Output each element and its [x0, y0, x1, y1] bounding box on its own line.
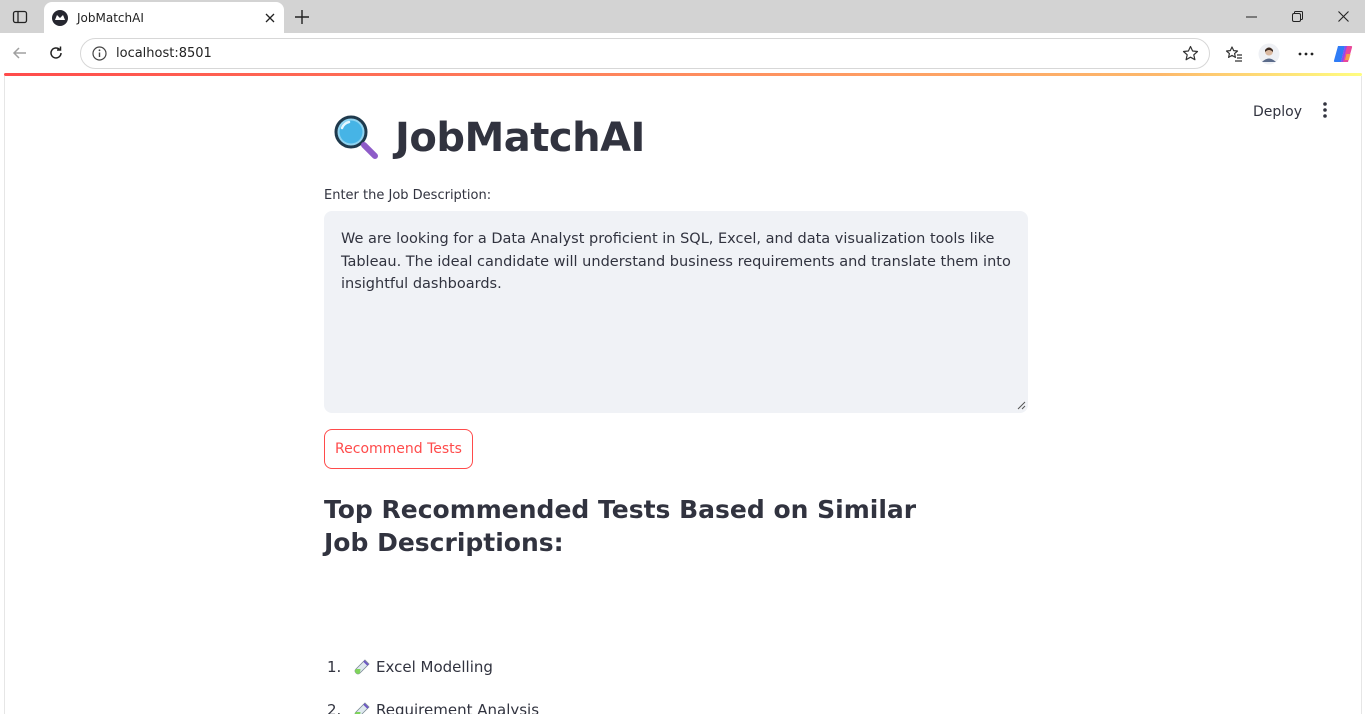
list-item: 1. Excel Modelling: [327, 658, 493, 676]
more-options-icon[interactable]: [1293, 41, 1319, 67]
window-close-icon[interactable]: [1320, 0, 1365, 33]
site-info-icon[interactable]: [90, 45, 108, 63]
recommend-tests-button[interactable]: Recommend Tests: [324, 429, 473, 469]
favorite-star-icon[interactable]: [1178, 42, 1202, 66]
list-item-number: 2.: [327, 701, 342, 714]
favorites-icon[interactable]: [1221, 41, 1247, 67]
page-title: JobMatchAI: [331, 113, 645, 163]
browser-tab[interactable]: JobMatchAI: [44, 2, 284, 33]
tab-close-icon[interactable]: [258, 6, 282, 30]
streamlit-favicon-icon: [52, 9, 68, 26]
list-item-label: Requirement Analysis: [376, 701, 540, 714]
minimize-icon[interactable]: [1228, 0, 1274, 33]
back-icon[interactable]: [5, 38, 35, 68]
deploy-button[interactable]: Deploy: [1245, 100, 1310, 124]
magnifier-icon: [334, 115, 378, 159]
resize-handle-icon[interactable]: [1016, 400, 1026, 410]
main-menu-icon[interactable]: [1313, 98, 1337, 122]
list-item-number: 1.: [327, 658, 342, 676]
url-text[interactable]: localhost:8501: [116, 46, 1178, 61]
tab-strip: JobMatchAI: [0, 0, 1365, 33]
job-description-label: Enter the Job Description:: [324, 188, 492, 203]
copilot-icon[interactable]: [1330, 41, 1356, 67]
list-item: 2. Requirement Analysis: [327, 701, 539, 714]
test-tube-icon: [354, 702, 370, 714]
new-tab-icon[interactable]: [288, 3, 316, 31]
browser-window: JobMatchAI localhost:8501 Deploy JobMatc…: [0, 0, 1365, 714]
app-title: JobMatchAI: [395, 115, 645, 161]
restore-icon[interactable]: [1274, 0, 1320, 33]
sidebar-toggle-icon[interactable]: [8, 6, 32, 28]
results-heading: Top Recommended Tests Based on Similar J…: [324, 495, 917, 557]
tab-title: JobMatchAI: [77, 10, 144, 25]
reload-icon[interactable]: [41, 38, 71, 68]
job-description-input[interactable]: We are looking for a Data Analyst profic…: [324, 211, 1028, 413]
profile-avatar[interactable]: [1256, 41, 1282, 67]
test-tube-icon: [354, 659, 370, 675]
address-bar[interactable]: localhost:8501: [80, 38, 1210, 69]
browser-toolbar: localhost:8501: [0, 33, 1365, 74]
list-item-label: Excel Modelling: [376, 658, 493, 676]
